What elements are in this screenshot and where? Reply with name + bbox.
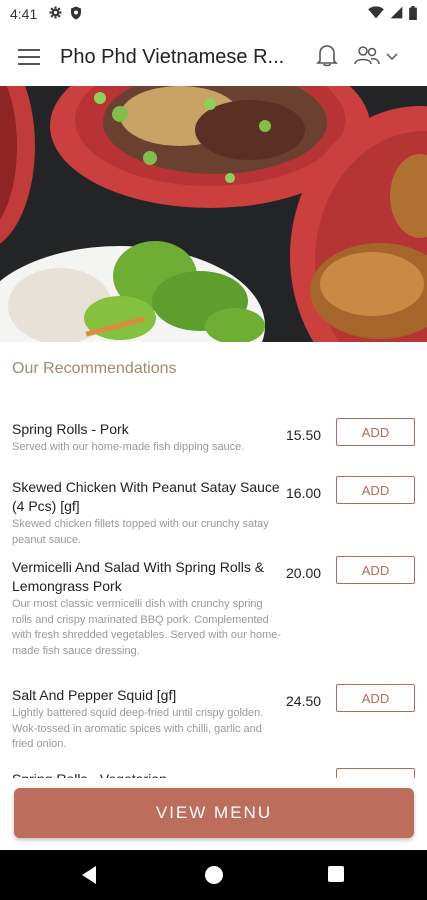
item-description: Lightly battered squid deep-fried until … [12, 707, 264, 750]
add-button[interactable]: ADD [336, 556, 415, 584]
signal-icon [390, 6, 403, 22]
add-button[interactable]: ADD [336, 418, 415, 446]
item-price: 15.50 [286, 427, 322, 443]
recent-apps-icon[interactable] [328, 866, 344, 882]
chevron-down-icon [386, 48, 398, 66]
page-title: Pho Phd Vietnamese R... [60, 45, 285, 68]
item-price: 20.00 [286, 565, 322, 581]
item-name: Skewed Chicken With Peanut Satay Sauce (… [12, 479, 280, 514]
section-title: Our Recommendations [12, 360, 177, 377]
item-price: 16.00 [286, 485, 322, 501]
item-description: Skewed chicken fillets topped with our c… [12, 518, 269, 546]
gear-icon [49, 6, 62, 22]
status-time: 4:41 [10, 6, 38, 22]
item-name: Vermicelli And Salad With Spring Rolls &… [12, 559, 265, 594]
add-button[interactable]: ADD [336, 768, 415, 778]
hero-food-image [0, 86, 427, 342]
user-menu-button[interactable] [354, 45, 398, 70]
battery-icon [409, 5, 417, 23]
hamburger-menu-icon[interactable] [14, 42, 44, 72]
shield-icon [70, 6, 82, 23]
menu-item: Salt And Pepper Squid [gf] Lightly batte… [0, 678, 427, 762]
item-description: Our most classic vermicelli dish with cr… [12, 598, 282, 657]
view-menu-button[interactable]: VIEW MENU [14, 788, 414, 838]
user-group-icon [354, 45, 380, 70]
app-bar: Pho Phd Vietnamese R... [0, 28, 427, 87]
home-icon[interactable] [205, 866, 223, 884]
item-price: 24.50 [286, 693, 322, 709]
menu-item: Skewed Chicken With Peanut Satay Sauce (… [0, 470, 427, 550]
back-icon[interactable] [80, 865, 98, 890]
status-bar: 4:41 [0, 0, 427, 28]
add-button[interactable]: ADD [336, 684, 415, 712]
system-nav-bar [0, 850, 427, 900]
item-name: Spring Rolls - Pork [12, 421, 129, 437]
menu-item: Vermicelli And Salad With Spring Rolls &… [0, 550, 427, 678]
bell-icon[interactable] [316, 43, 338, 72]
menu-item: Spring Rolls - Vegetarian ADD [0, 762, 427, 778]
item-description: Served with our home-made fish dipping s… [12, 441, 245, 453]
menu-item: Spring Rolls - Pork Served with our home… [0, 412, 427, 470]
item-name: Salt And Pepper Squid [gf] [12, 687, 177, 703]
wifi-icon [368, 6, 384, 22]
item-name: Spring Rolls - Vegetarian [12, 770, 280, 778]
menu-list: Spring Rolls - Pork Served with our home… [0, 412, 427, 778]
add-button[interactable]: ADD [336, 476, 415, 504]
